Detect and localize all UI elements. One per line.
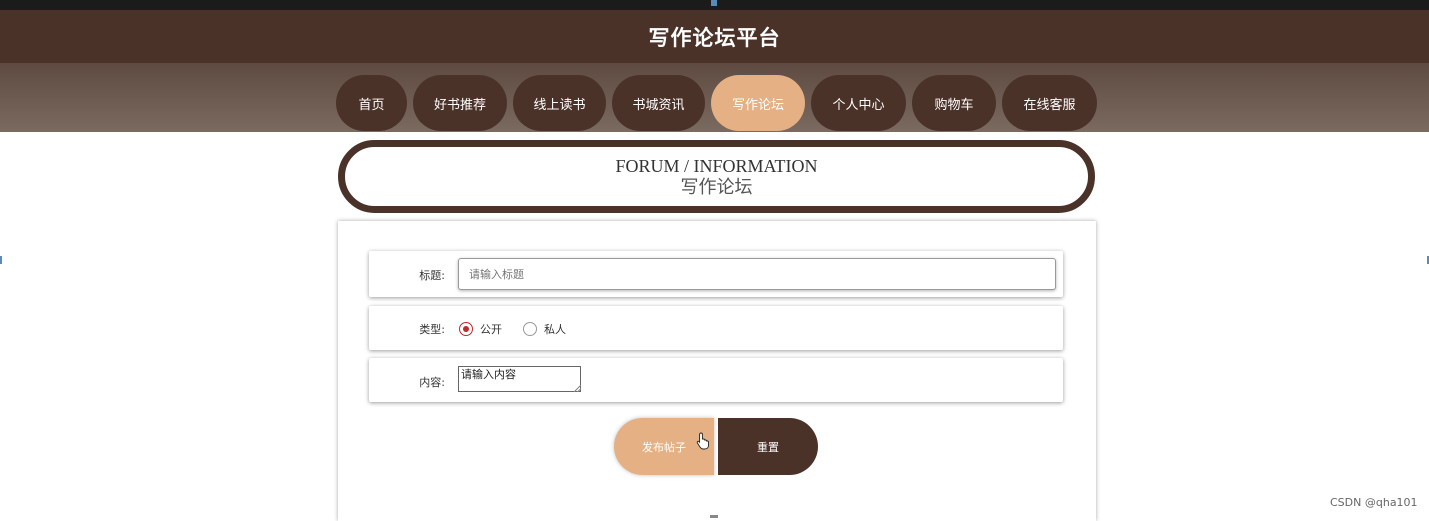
post-form-card: 标题: 类型: 公开 私人 内容: 请输入内容 发布帖子 重置	[338, 221, 1096, 521]
nav-item-book-recommend[interactable]: 好书推荐	[413, 75, 507, 131]
title-label: 标题:	[419, 269, 445, 282]
textarea-resize-grip[interactable]	[574, 385, 581, 392]
banner-title-cn: 写作论坛	[680, 176, 753, 197]
content-label: 内容:	[419, 376, 445, 389]
nav-item-user-center[interactable]: 个人中心	[811, 75, 906, 131]
nav-item-writing-forum[interactable]: 写作论坛	[711, 75, 805, 131]
site-header: 写作论坛平台	[0, 10, 1429, 63]
radio-private[interactable]: 私人	[523, 321, 566, 337]
radio-public-label: 公开	[480, 323, 502, 336]
radio-public[interactable]: 公开	[459, 321, 502, 337]
hand-cursor-icon	[696, 432, 709, 450]
section-banner: FORUM / INFORMATION 写作论坛	[338, 140, 1095, 213]
nav-item-online-reading[interactable]: 线上读书	[513, 75, 606, 131]
top-marker	[711, 0, 717, 6]
left-edge-marker	[0, 256, 2, 264]
nav-item-home[interactable]: 首页	[336, 75, 407, 131]
csdn-watermark: CSDN @qha101	[1330, 496, 1418, 509]
banner-title-en: FORUM / INFORMATION	[615, 155, 818, 176]
title-input[interactable]	[458, 258, 1056, 290]
nav-item-cart[interactable]: 购物车	[912, 75, 996, 131]
site-title: 写作论坛平台	[648, 25, 781, 50]
content-textarea[interactable]: 请输入内容	[458, 366, 581, 392]
nav-item-bookstore-news[interactable]: 书城资讯	[612, 75, 705, 131]
type-label: 类型:	[419, 323, 445, 336]
reset-button[interactable]: 重置	[718, 418, 818, 475]
radio-private-label: 私人	[544, 323, 566, 336]
nav-item-customer-service[interactable]: 在线客服	[1002, 75, 1097, 131]
type-row: 类型: 公开 私人	[369, 306, 1063, 350]
radio-public-indicator[interactable]	[459, 322, 473, 336]
content-row: 内容: 请输入内容	[369, 358, 1063, 402]
main-nav: 首页 好书推荐 线上读书 书城资讯 写作论坛 个人中心 购物车 在线客服	[336, 75, 1097, 131]
title-row: 标题:	[369, 251, 1063, 297]
top-strip	[0, 0, 1429, 10]
radio-private-indicator[interactable]	[523, 322, 537, 336]
